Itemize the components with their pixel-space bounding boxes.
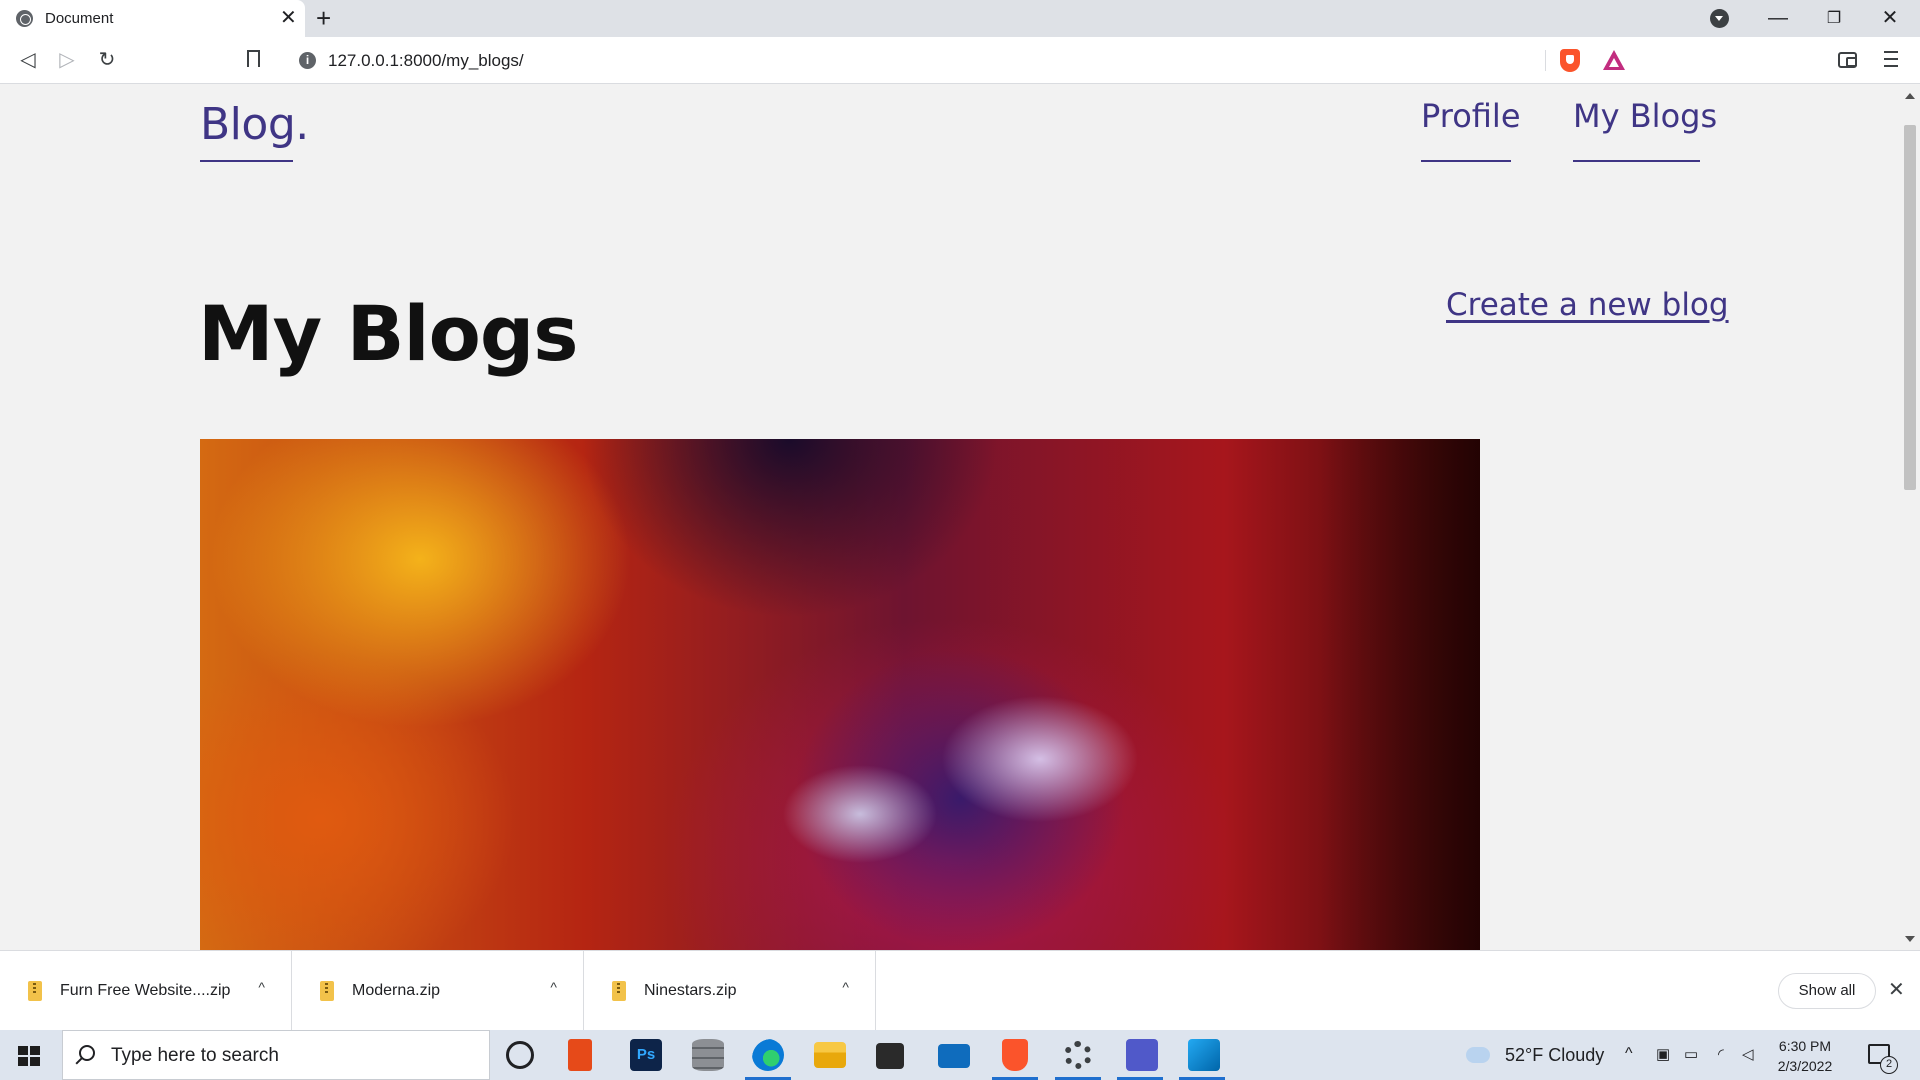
address-bar[interactable]: i 127.0.0.1:8000/my_blogs/ [285, 44, 1635, 77]
brave-icon[interactable] [1002, 1039, 1028, 1071]
bookmark-icon[interactable] [247, 50, 260, 69]
chevron-up-icon[interactable]: ^ [258, 979, 265, 995]
search-icon [79, 1045, 95, 1061]
weather-text[interactable]: 52°F Cloudy [1505, 1045, 1604, 1066]
download-item[interactable]: Ninestars.zip ^ [584, 951, 876, 1031]
meet-now-icon[interactable]: ▣ [1656, 1045, 1670, 1063]
brave-shields-icon[interactable] [1560, 49, 1580, 72]
page-scrollbar[interactable] [1900, 85, 1920, 950]
scroll-up-icon[interactable] [1905, 93, 1915, 99]
site-info-icon[interactable]: i [299, 52, 316, 69]
globe-icon [16, 10, 33, 27]
page-viewport: Blog. Profile My Blogs My Blogs Create a… [0, 85, 1900, 950]
wifi-icon[interactable]: ◜ [1718, 1045, 1724, 1063]
browser-tab[interactable]: Document ✕ [0, 0, 305, 37]
teams-icon[interactable] [1126, 1039, 1158, 1071]
nav-link-my-blogs[interactable]: My Blogs [1573, 97, 1717, 135]
clock-time: 6:30 PM [1778, 1038, 1832, 1054]
file-explorer-icon[interactable] [814, 1042, 846, 1068]
database-icon[interactable] [692, 1039, 724, 1071]
minimize-button[interactable]: — [1750, 0, 1806, 37]
show-all-button[interactable]: Show all [1778, 973, 1876, 1009]
weather-cloud-icon [1466, 1047, 1490, 1063]
notification-count-badge: 2 [1880, 1056, 1898, 1074]
download-name[interactable]: Furn Free Website....zip [60, 982, 230, 1000]
download-item[interactable]: Furn Free Website....zip ^ [0, 951, 292, 1031]
logo-underline [200, 160, 293, 162]
windows-taskbar: Type here to search Ps 52°F Cloudy ^ ▣ ▭… [0, 1030, 1920, 1080]
edge-icon[interactable] [752, 1039, 784, 1071]
omnibox-divider [1545, 50, 1546, 71]
nav-link-profile[interactable]: Profile [1421, 97, 1521, 135]
clock-date: 2/3/2022 [1777, 1058, 1833, 1074]
taskbar-clock[interactable]: 6:30 PM 2/3/2022 [1768, 1036, 1842, 1076]
battery-icon[interactable]: ▭ [1684, 1045, 1698, 1063]
scroll-down-icon[interactable] [1905, 936, 1915, 942]
taskbar-search-input[interactable]: Type here to search [62, 1030, 490, 1080]
create-blog-link[interactable]: Create a new blog [1446, 287, 1729, 323]
chevron-up-icon[interactable]: ^ [842, 979, 849, 995]
search-placeholder: Type here to search [111, 1045, 279, 1066]
zip-file-icon [612, 981, 626, 1001]
chevron-up-icon[interactable]: ^ [550, 979, 557, 995]
windows-start-icon[interactable] [18, 1046, 40, 1066]
tab-search-icon[interactable] [1710, 9, 1729, 28]
restore-button[interactable]: ❐ [1806, 0, 1862, 37]
close-shelf-icon[interactable]: ✕ [1888, 977, 1905, 1002]
scrollbar-thumb[interactable] [1904, 125, 1916, 490]
download-name[interactable]: Moderna.zip [352, 982, 440, 1000]
store-icon[interactable] [876, 1043, 904, 1069]
settings-icon[interactable] [1064, 1041, 1092, 1069]
zip-file-icon [28, 981, 42, 1001]
wallet-icon[interactable] [1838, 52, 1857, 68]
cortana-icon[interactable] [506, 1041, 534, 1069]
download-item[interactable]: Moderna.zip ^ [292, 951, 584, 1031]
blog-cover-image[interactable] [200, 439, 1480, 950]
nav-underline-profile [1421, 160, 1511, 162]
tab-close-icon[interactable]: ✕ [280, 6, 297, 30]
nav-underline-my-blogs [1573, 160, 1700, 162]
mail-icon[interactable] [938, 1044, 970, 1068]
download-name[interactable]: Ninestars.zip [644, 982, 736, 1000]
photoshop-icon[interactable]: Ps [630, 1039, 662, 1071]
back-button[interactable]: ◁ [13, 45, 43, 75]
page-title: My Blogs [198, 289, 578, 378]
zip-file-icon [320, 981, 334, 1001]
browser-toolbar: ◁ ▷ ↻ i 127.0.0.1:8000/my_blogs/ [0, 37, 1920, 84]
forward-button[interactable]: ▷ [52, 45, 82, 75]
browser-menu-icon[interactable] [1884, 51, 1898, 69]
tray-chevron-icon[interactable]: ^ [1625, 1045, 1633, 1063]
reload-button[interactable]: ↻ [92, 45, 122, 75]
vscode-icon[interactable] [1188, 1039, 1220, 1071]
window-close-button[interactable]: ✕ [1862, 0, 1918, 37]
image-shadow-edge [1320, 439, 1480, 950]
url-text[interactable]: 127.0.0.1:8000/my_blogs/ [328, 51, 524, 71]
tab-title: Document [45, 10, 114, 27]
image-shadow-detail [580, 439, 1000, 619]
new-tab-button[interactable]: + [316, 4, 331, 32]
office-icon[interactable] [568, 1039, 592, 1071]
volume-icon[interactable]: ◁ [1742, 1045, 1754, 1063]
brave-rewards-icon[interactable] [1603, 50, 1625, 70]
browser-tab-strip: Document ✕ + — ❐ ✕ [0, 0, 1920, 37]
site-logo[interactable]: Blog. [200, 99, 309, 150]
download-shelf: Furn Free Website....zip ^ Moderna.zip ^… [0, 950, 1920, 1031]
